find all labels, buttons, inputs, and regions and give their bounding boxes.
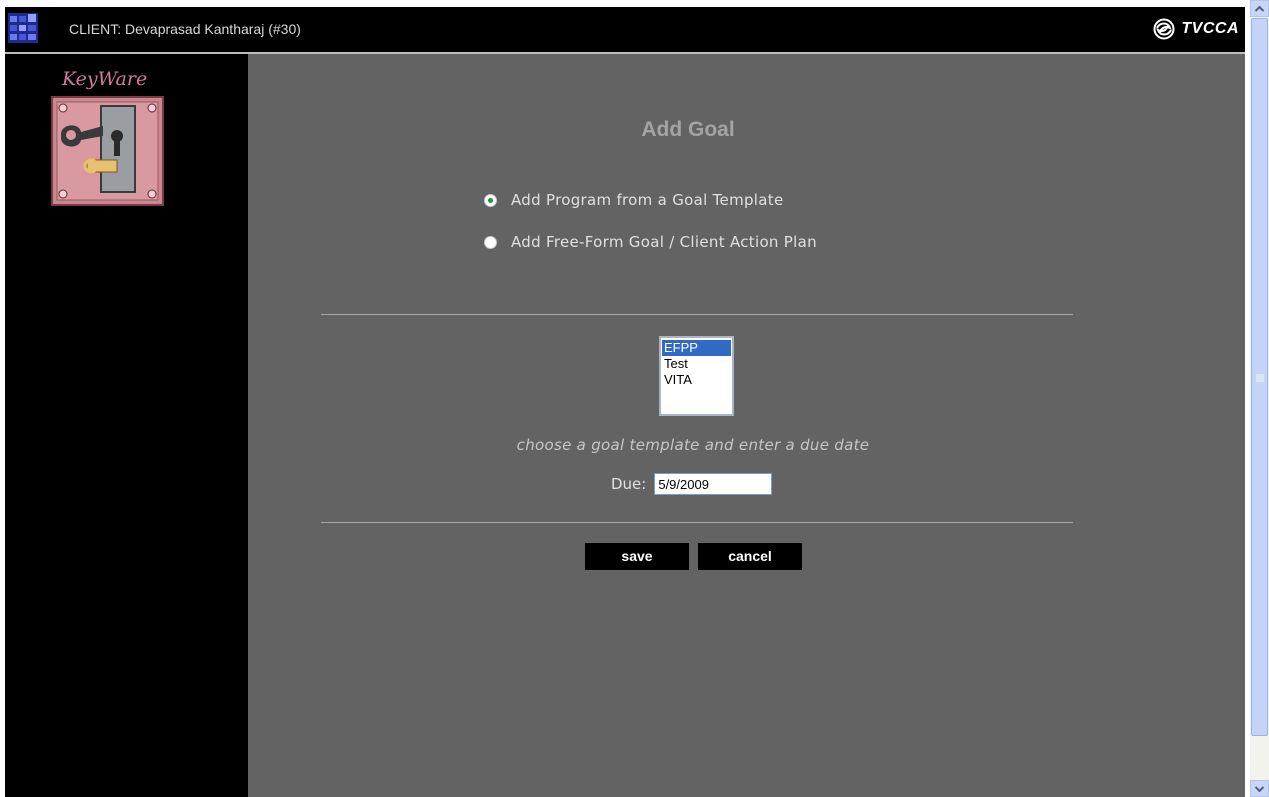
title-bar: CLIENT: Devaprasad Kantharaj (#30) TVCCA	[5, 7, 1245, 54]
option-free-form-goal[interactable]: Add Free-Form Goal / Client Action Plan	[484, 233, 817, 251]
grip-icon	[1256, 374, 1264, 382]
hint-text: choose a goal template and enter a due d…	[516, 436, 870, 454]
save-button[interactable]: save	[585, 543, 689, 570]
tvcca-swirl-icon	[1153, 18, 1175, 40]
keyware-logo-text: KeyWare	[62, 68, 148, 90]
option-label: Add Program from a Goal Template	[511, 191, 784, 209]
vertical-scrollbar[interactable]	[1250, 0, 1269, 797]
client-label: CLIENT: Devaprasad Kantharaj (#30)	[69, 21, 301, 37]
chevron-down-icon	[1255, 785, 1264, 792]
keyhole-logo-icon	[51, 96, 164, 206]
cancel-button[interactable]: cancel	[698, 543, 802, 570]
scrollbar-thumb[interactable]	[1251, 18, 1268, 736]
radio-button[interactable]	[484, 193, 497, 207]
page-title: Add Goal	[641, 118, 735, 141]
app-grid-icon	[8, 13, 38, 43]
brand-name: TVCCA	[1181, 20, 1239, 37]
list-item[interactable]: Test	[662, 356, 731, 372]
divider	[321, 314, 1073, 315]
due-date-row: Due:	[611, 473, 773, 495]
scroll-up-button[interactable]	[1250, 0, 1269, 17]
radio-button[interactable]	[484, 235, 497, 249]
list-item[interactable]: VITA	[662, 372, 731, 388]
option-label: Add Free-Form Goal / Client Action Plan	[511, 233, 817, 251]
divider	[321, 522, 1073, 523]
list-item[interactable]: EFPP	[662, 340, 731, 356]
due-date-input[interactable]	[654, 473, 773, 495]
due-label: Due:	[611, 475, 647, 493]
main-panel: Add Goal Add Program from a Goal Templat…	[248, 54, 1245, 797]
brand: TVCCA	[1153, 17, 1239, 41]
goal-template-listbox[interactable]: EFPP Test VITA	[659, 336, 734, 416]
app-window: CLIENT: Devaprasad Kantharaj (#30) TVCCA…	[0, 0, 1269, 797]
scroll-down-button[interactable]	[1250, 780, 1269, 797]
chevron-up-icon	[1255, 5, 1264, 12]
option-goal-template[interactable]: Add Program from a Goal Template	[484, 191, 783, 209]
